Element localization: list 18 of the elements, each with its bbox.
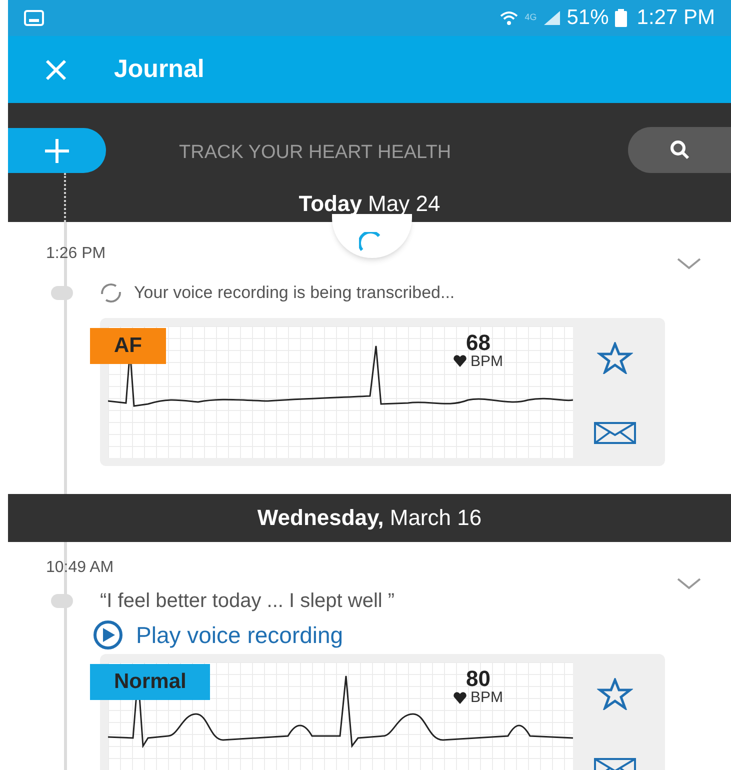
transcription-status: Your voice recording is being transcribed... bbox=[134, 282, 455, 304]
network-label: 4G bbox=[524, 11, 537, 24]
clock-time: 1:27 PM bbox=[636, 5, 715, 32]
bpm-unit: BPM bbox=[470, 354, 503, 368]
tagline: TRACK YOUR HEART HEALTH bbox=[179, 141, 452, 165]
bpm-unit: BPM bbox=[470, 690, 503, 705]
heart-rate: 68 bbox=[466, 332, 490, 354]
date-heading: Wednesday, March 16 bbox=[257, 504, 482, 532]
battery-level: 51% bbox=[566, 5, 609, 32]
heart-rate: 80 bbox=[466, 668, 490, 690]
app-title: Journal bbox=[114, 54, 204, 85]
entry-time: 1:26 PM bbox=[46, 244, 107, 264]
rhythm-badge: Normal bbox=[90, 664, 210, 700]
voice-note-quote: “I feel better today ... I slept well ” bbox=[100, 588, 395, 614]
date-heading: Today May 24 bbox=[298, 190, 442, 218]
play-recording-link[interactable]: Play voice recording bbox=[90, 618, 344, 652]
rhythm-badge: AF bbox=[90, 328, 166, 364]
entry-time: 10:49 AM bbox=[46, 558, 115, 578]
